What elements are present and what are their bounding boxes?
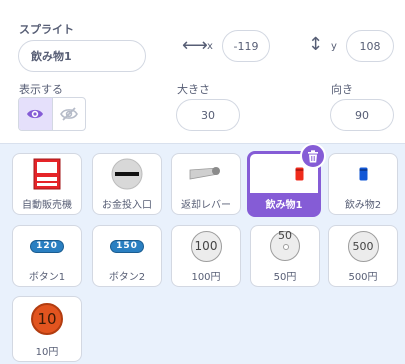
sprite-name: 自動販売機 <box>22 200 72 211</box>
red-drink-icon <box>295 167 304 181</box>
sprite-tile-button-2[interactable]: 150 ボタン2 <box>92 225 162 287</box>
y-label: y <box>331 41 337 52</box>
sprite-tile-coin-500[interactable]: 500 500円 <box>328 225 398 287</box>
sprite-tile-vending-machine[interactable]: 自動販売機 <box>12 153 82 215</box>
sprite-tile-coin-slot[interactable]: お金投入口 <box>92 153 162 215</box>
x-label: x <box>207 41 213 52</box>
horizontal-arrows-icon: ⟷ <box>182 35 208 56</box>
trash-icon <box>308 149 318 162</box>
sprite-info-panel: スプライト 飲み物1 ⟷ x -119 ↕ y 108 表示する 大きさ 30 … <box>0 0 405 144</box>
vertical-arrows-icon: ↕ <box>308 34 324 55</box>
sprite-name: ボタン1 <box>28 272 66 283</box>
sprite-name: 飲み物1 <box>265 200 303 211</box>
sprite-name: 飲み物2 <box>344 200 382 211</box>
button-120-icon: 120 <box>30 239 64 253</box>
sprite-list: 自動販売機 お金投入口 返却レバー 飲み物1 飲み物2 120 ボタン1 150… <box>0 143 405 364</box>
hide-button[interactable] <box>53 98 86 130</box>
sprite-tile-drink-1[interactable]: 飲み物1 <box>247 143 326 217</box>
button-150-icon: 150 <box>110 239 144 253</box>
sprite-name-input[interactable]: 飲み物1 <box>18 40 146 72</box>
sprite-name: 50円 <box>273 272 297 283</box>
size-label: 大きさ <box>177 83 210 96</box>
visibility-toggle <box>18 97 86 131</box>
blue-drink-icon <box>359 167 367 181</box>
x-input[interactable]: -119 <box>222 30 270 62</box>
sprite-tile-coin-100[interactable]: 100 100円 <box>171 225 241 287</box>
coin-slot-icon <box>111 158 143 190</box>
sprite-name: 500円 <box>348 272 378 283</box>
direction-input[interactable]: 90 <box>330 99 394 131</box>
vending-machine-icon <box>33 158 61 190</box>
sprite-tile-coin-50[interactable]: 50 50円 <box>250 225 320 287</box>
delete-sprite-button[interactable] <box>300 143 326 169</box>
sprite-tile-return-lever[interactable]: 返却レバー <box>171 153 241 215</box>
show-button[interactable] <box>19 98 53 130</box>
coin-10-icon: 10 <box>31 303 63 335</box>
return-lever-icon <box>189 167 220 180</box>
sprite-pane: スプライト 飲み物1 ⟷ x -119 ↕ y 108 表示する 大きさ 30 … <box>0 0 405 364</box>
show-label: 表示する <box>19 83 63 96</box>
coin-hole <box>283 244 289 250</box>
coin-500-icon: 500 <box>347 230 379 262</box>
size-input[interactable]: 30 <box>176 99 240 131</box>
eye-slash-icon <box>59 107 78 121</box>
sprite-tile-coin-10[interactable]: 10 10円 <box>12 296 82 362</box>
eye-icon <box>27 109 44 119</box>
sprite-name: 返却レバー <box>181 200 231 211</box>
sprite-tile-button-1[interactable]: 120 ボタン1 <box>12 225 82 287</box>
sprite-name: ボタン2 <box>108 272 146 283</box>
coin-50-icon: 50 <box>270 229 300 261</box>
coin-100-icon: 100 <box>190 230 222 262</box>
sprite-name: お金投入口 <box>102 200 152 211</box>
sprite-name: 100円 <box>191 272 221 283</box>
direction-label: 向き <box>331 83 353 96</box>
sprite-tile-drink-2[interactable]: 飲み物2 <box>328 153 398 215</box>
sprite-label: スプライト <box>19 23 74 36</box>
y-input[interactable]: 108 <box>346 30 394 62</box>
sprite-name: 10円 <box>35 347 59 358</box>
